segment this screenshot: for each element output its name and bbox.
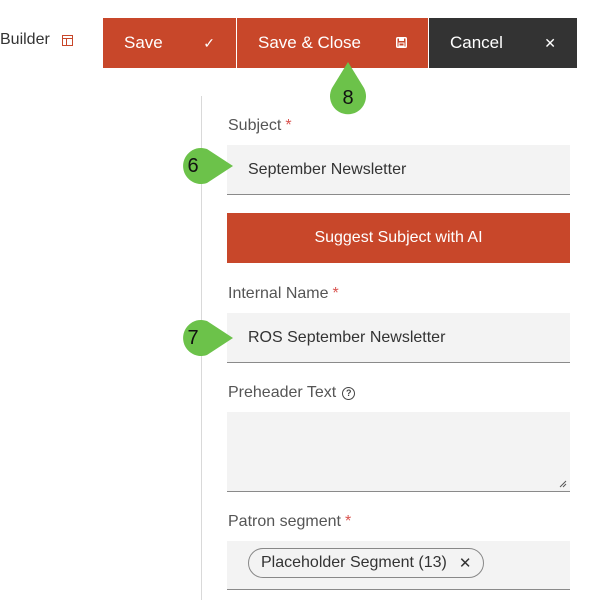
suggest-subject-button[interactable]: Suggest Subject with AI (227, 213, 570, 263)
cancel-button[interactable]: Cancel ✕ (429, 18, 577, 68)
subject-label-text: Subject (228, 117, 282, 134)
builder-title: Builder (0, 31, 73, 49)
layout-icon[interactable] (61, 34, 73, 46)
subject-value: September Newsletter (248, 160, 407, 178)
required-mark: * (344, 513, 352, 530)
segment-chip-label: Placeholder Segment (13) (261, 554, 447, 571)
required-mark: * (285, 117, 292, 134)
resize-handle-icon[interactable] (559, 480, 567, 488)
subject-label: Subject * (228, 117, 292, 135)
builder-label: Builder (0, 31, 50, 48)
remove-chip-icon[interactable]: ✕ (459, 554, 472, 572)
subject-field[interactable]: September Newsletter (227, 145, 570, 195)
marker-8-label: 8 (342, 86, 354, 109)
patron-segment-field[interactable]: Placeholder Segment (13) ✕ (227, 541, 570, 590)
internal-name-label: Internal Name * (228, 285, 339, 303)
help-icon[interactable]: ? (342, 387, 356, 400)
annotation-marker-6: 6 (171, 146, 235, 186)
patron-segment-label-text: Patron segment (228, 513, 341, 530)
internal-name-label-text: Internal Name (228, 285, 329, 302)
cancel-label: Cancel (450, 33, 503, 52)
marker-6-label: 6 (187, 154, 199, 177)
save-label: Save (124, 33, 163, 52)
required-mark: * (332, 285, 339, 302)
check-icon: ✓ (203, 34, 215, 51)
preheader-textarea[interactable] (227, 412, 570, 492)
preheader-label-text: Preheader Text (228, 384, 337, 401)
floppy-disk-icon (396, 35, 407, 51)
internal-name-field[interactable]: ROS September Newsletter (227, 313, 570, 363)
internal-name-value: ROS September Newsletter (248, 328, 446, 346)
annotation-marker-7: 7 (171, 318, 235, 358)
close-icon: ✕ (544, 34, 556, 51)
save-button[interactable]: Save ✓ (103, 18, 236, 68)
patron-segment-label: Patron segment * (228, 513, 351, 531)
save-close-label: Save & Close (258, 33, 361, 52)
segment-chip: Placeholder Segment (13) ✕ (248, 548, 485, 578)
annotation-marker-8: 8 (326, 60, 370, 124)
marker-7-label: 7 (187, 326, 199, 349)
preheader-label: Preheader Text? (228, 384, 356, 402)
